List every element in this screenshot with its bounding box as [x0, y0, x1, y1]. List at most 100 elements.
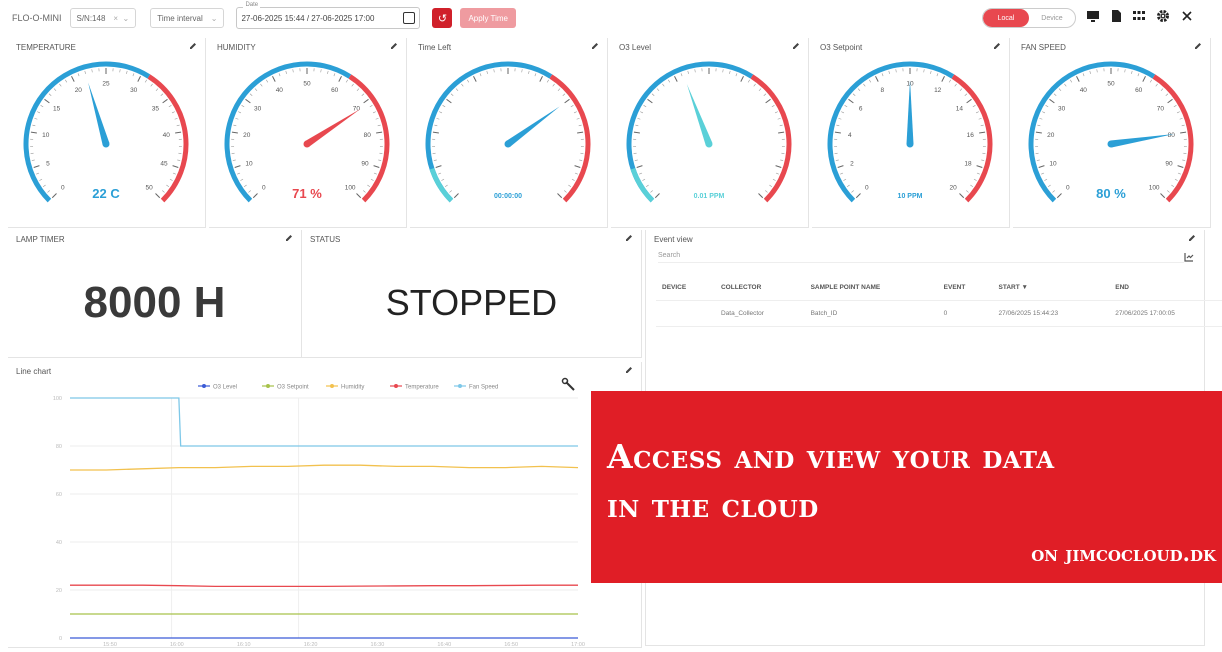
gauge-tick: [674, 76, 678, 82]
legend-label[interactable]: Temperature: [405, 385, 439, 391]
banner-line-1: Access and view your data: [607, 437, 1055, 476]
grid-icon[interactable]: [1133, 10, 1145, 22]
gauge-tick-label: 30: [130, 87, 138, 94]
gauge-minor-tick: [869, 79, 872, 83]
monitor-icon[interactable]: [1086, 10, 1100, 23]
gauge-tick-label: 8: [880, 87, 884, 94]
status-title: STATUS: [310, 235, 341, 244]
gauge-minor-tick: [479, 73, 482, 77]
gauge-minor-tick: [171, 111, 175, 114]
document-icon[interactable]: [1111, 9, 1122, 23]
event-search-input[interactable]: Search: [658, 252, 1184, 263]
gauge-minor-tick: [1179, 117, 1183, 120]
edit-icon[interactable]: [792, 42, 800, 50]
event-column-header[interactable]: EVENT: [937, 276, 993, 301]
legend-marker: [330, 384, 334, 388]
edit-icon[interactable]: [390, 42, 398, 50]
status-value: STOPPED: [385, 282, 558, 323]
apply-time-button[interactable]: Apply Time: [460, 8, 517, 28]
reset-button[interactable]: ↺: [432, 8, 453, 28]
legend-label[interactable]: Humidity: [341, 385, 364, 391]
gauge-minor-tick: [436, 117, 440, 120]
toggle-local[interactable]: Local: [983, 9, 1029, 27]
calendar-icon[interactable]: [403, 12, 416, 24]
gauge-minor-tick: [576, 117, 580, 120]
table-row[interactable]: Data_Collector Batch_ID 0 27/06/2025 15:44:…: [656, 300, 1222, 327]
toggle-device[interactable]: Device: [1029, 9, 1075, 27]
gauge-tick-label: 20: [243, 132, 251, 139]
gauge-title: O3 Level: [619, 43, 652, 52]
close-icon[interactable]: [1181, 10, 1193, 22]
gauge-minor-tick: [260, 83, 263, 87]
table-cell: 27/06/2025 17:00:05: [1109, 300, 1222, 327]
legend-label[interactable]: O3 Level: [213, 385, 237, 391]
x-tick-label: 16:00: [170, 642, 184, 648]
y-tick-label: 20: [56, 588, 62, 594]
toolbar-icons: [1086, 9, 1193, 23]
gauge-minor-tick: [233, 124, 237, 127]
date-range-value: 27-06-2025 15:44 / 27-06-2025 17:00: [241, 13, 375, 23]
gauge-minor-tick: [1165, 93, 1169, 96]
gauge-minor-tick: [579, 159, 583, 161]
gauge-hub: [906, 140, 914, 148]
time-interval-select[interactable]: Time interval ⌄: [150, 8, 225, 28]
gauge-minor-tick: [434, 124, 438, 127]
gauge-minor-tick: [1177, 172, 1181, 175]
gauge-tick-label: 0: [865, 185, 869, 192]
local-device-toggle[interactable]: Local Device: [982, 8, 1076, 28]
serial-select[interactable]: S/N:148 × ⌄: [69, 8, 137, 28]
gauge-minor-tick: [780, 159, 784, 161]
gauge-minor-tick: [363, 190, 366, 193]
date-range-input[interactable]: Date 27-06-2025 15:44 / 27-06-2025 17:00: [236, 2, 421, 29]
gauge-minor-tick: [534, 73, 537, 77]
legend-label[interactable]: O3 Setpoint: [277, 385, 309, 391]
gauge-minor-tick: [895, 69, 897, 73]
gauge-value: 80 %: [1096, 186, 1126, 201]
gear-icon[interactable]: [1156, 9, 1170, 23]
gauge-minor-tick: [1058, 88, 1062, 91]
gauge-minor-tick: [846, 184, 850, 187]
gauge-tick: [272, 76, 276, 82]
gauge-minor-tick: [552, 83, 555, 87]
gauge-tick-label: 18: [964, 160, 972, 167]
gauge-minor-tick: [345, 79, 348, 83]
edit-icon[interactable]: [189, 42, 197, 50]
gauge-tick: [338, 76, 342, 82]
legend-label[interactable]: Fan Speed: [469, 385, 498, 391]
gauge-tick: [778, 131, 785, 134]
gauge-tick-label: 40: [276, 87, 284, 94]
gauge-minor-tick: [241, 105, 245, 108]
edit-icon[interactable]: [993, 42, 1001, 50]
edit-icon[interactable]: [625, 234, 633, 242]
series-line: [70, 397, 578, 447]
gauge-minor-tick: [954, 83, 957, 87]
gauge-tick: [252, 193, 258, 199]
edit-icon[interactable]: [285, 234, 293, 242]
gauge-minor-tick: [841, 111, 845, 114]
gauge-tick: [373, 165, 380, 168]
edit-icon[interactable]: [591, 42, 599, 50]
gauge-needle: [686, 83, 713, 146]
gauge-minor-tick: [176, 124, 180, 127]
gauge-arc-blue: [425, 61, 553, 203]
gauge-minor-tick: [32, 124, 36, 127]
event-column-header[interactable]: SAMPLE POINT NAME: [804, 276, 938, 301]
event-column-header[interactable]: DEVICE: [656, 276, 715, 301]
gauge-minor-tick: [835, 159, 839, 161]
event-column-header[interactable]: COLLECTOR: [714, 276, 805, 301]
gauge-tick-label: 10: [245, 160, 253, 167]
edit-icon[interactable]: [1188, 234, 1196, 242]
edit-icon[interactable]: [1194, 42, 1202, 50]
event-column-header[interactable]: START ▼: [992, 276, 1110, 301]
gauge-minor-tick: [1155, 83, 1158, 87]
gauge-minor-tick: [59, 83, 62, 87]
event-column-header[interactable]: END: [1109, 276, 1222, 301]
gauge-minor-tick: [975, 111, 979, 114]
export-icon[interactable]: [1184, 252, 1194, 262]
gauge-minor-tick: [722, 69, 724, 73]
gauge-minor-tick: [763, 93, 767, 96]
wrench-icon[interactable]: [561, 377, 575, 391]
gauge-minor-tick: [779, 124, 783, 127]
gauge-panel: O3 Level 0.01 PPM: [611, 38, 809, 228]
gauge-tick-label: 4: [848, 132, 852, 139]
